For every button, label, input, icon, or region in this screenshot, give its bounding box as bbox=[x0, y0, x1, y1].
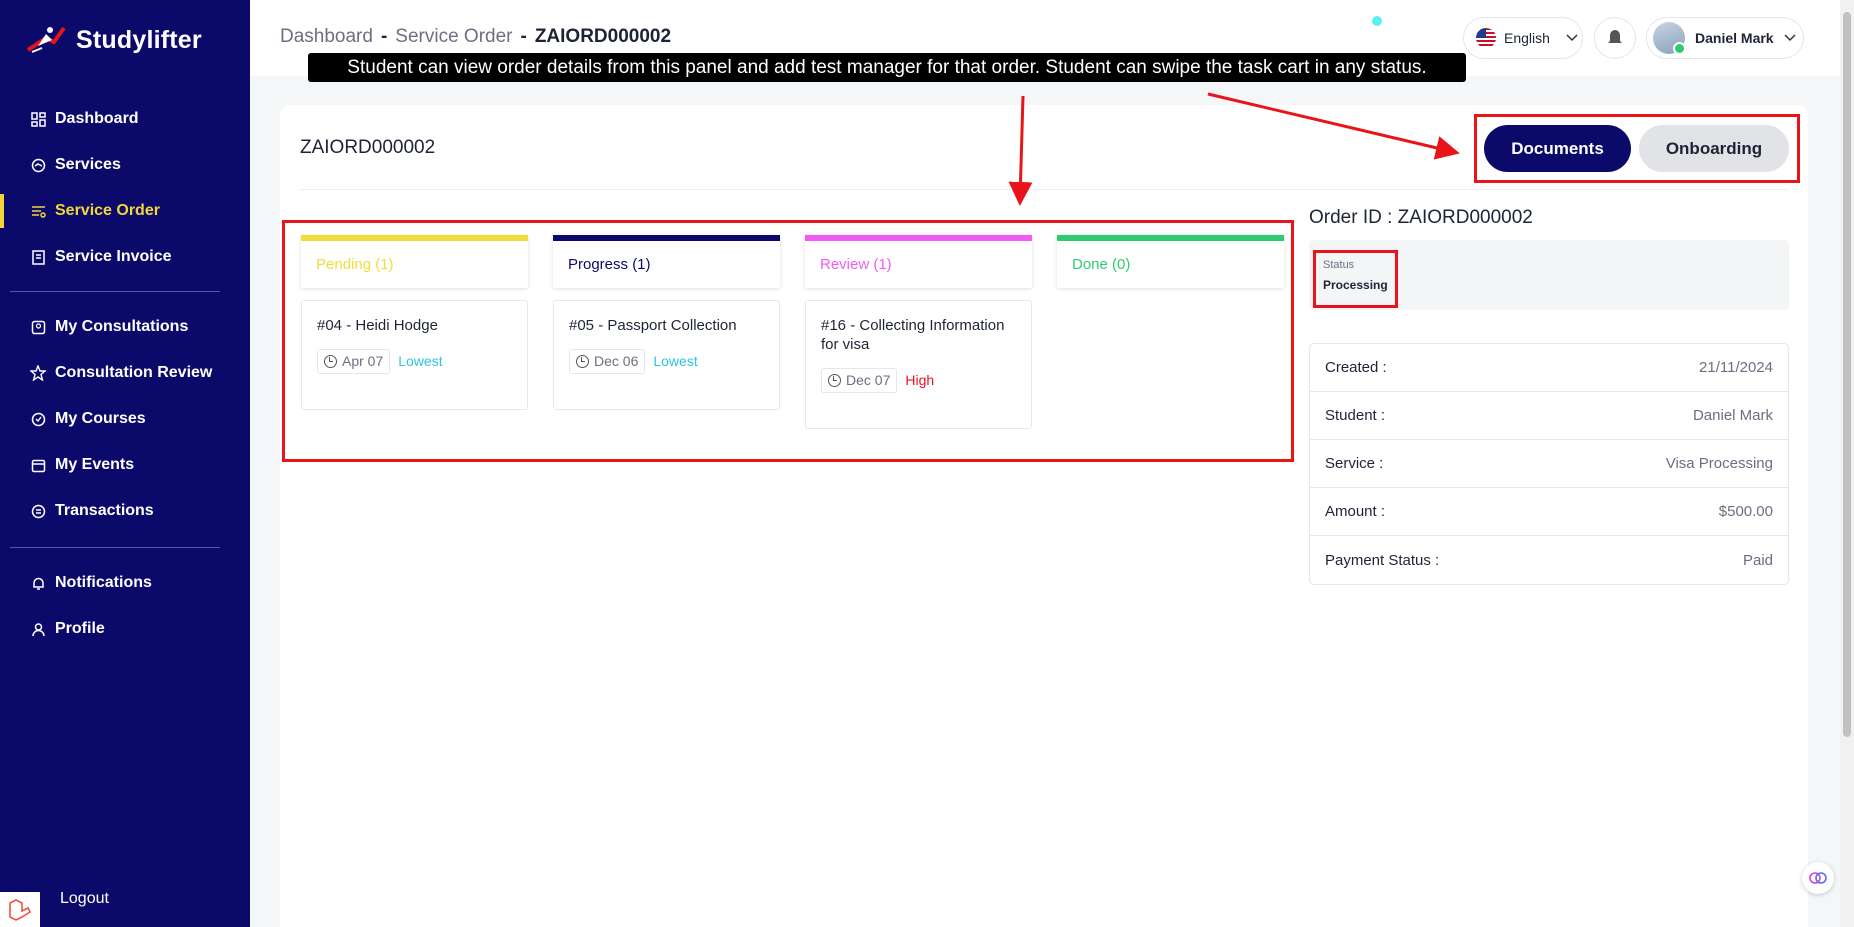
breadcrumb-item-dashboard[interactable]: Dashboard bbox=[280, 26, 373, 48]
transactions-icon bbox=[30, 503, 46, 519]
assistant-icon[interactable] bbox=[1802, 862, 1834, 894]
sidebar-item-label: Service Invoice bbox=[55, 248, 172, 265]
services-icon bbox=[30, 157, 46, 173]
breadcrumb-separator: - bbox=[520, 26, 527, 47]
chevron-down-icon bbox=[1784, 34, 1796, 42]
laravel-icon[interactable] bbox=[0, 892, 40, 927]
language-label: English bbox=[1504, 30, 1550, 46]
scrollbar-thumb[interactable] bbox=[1843, 12, 1851, 737]
sidebar-item-label: Notifications bbox=[55, 574, 152, 591]
annotation-box-kanban bbox=[282, 220, 1294, 462]
detail-row-service: Service : Visa Processing bbox=[1310, 440, 1788, 488]
breadcrumb: Dashboard - Service Order - ZAIORD000002 bbox=[280, 26, 671, 48]
user-name: Daniel Mark bbox=[1695, 30, 1774, 46]
detail-value: $500.00 bbox=[1718, 503, 1773, 520]
sidebar: Studylifter Dashboard Services Service O… bbox=[0, 0, 250, 927]
us-flag-icon bbox=[1476, 28, 1496, 48]
sidebar-divider bbox=[10, 291, 220, 292]
service-order-icon bbox=[30, 203, 46, 219]
detail-value: 21/11/2024 bbox=[1699, 359, 1773, 376]
sidebar-item-my-courses[interactable]: My Courses bbox=[0, 396, 250, 442]
detail-key: Amount : bbox=[1325, 503, 1386, 520]
sidebar-item-label: Services bbox=[55, 156, 121, 173]
detail-value: Daniel Mark bbox=[1692, 407, 1773, 424]
detail-key: Service : bbox=[1325, 455, 1384, 472]
sidebar-item-label: My Events bbox=[55, 456, 135, 473]
bell-icon bbox=[1608, 30, 1622, 45]
brand-logo-icon bbox=[26, 26, 66, 53]
sidebar-item-label: My Consultations bbox=[55, 318, 189, 335]
sidebar-item-my-events[interactable]: My Events bbox=[0, 442, 250, 488]
sidebar-item-transactions[interactable]: Transactions bbox=[0, 488, 250, 534]
sidebar-item-consultation-review[interactable]: Consultation Review bbox=[0, 350, 250, 396]
sidebar-item-label: Profile bbox=[55, 620, 105, 637]
sidebar-item-my-consultations[interactable]: My Consultations bbox=[0, 304, 250, 350]
detail-row-amount: Amount : $500.00 bbox=[1310, 488, 1788, 536]
order-details-table: Created : 21/11/2024 Student : Daniel Ma… bbox=[1309, 343, 1789, 585]
sidebar-group-main: Dashboard Services Service Order Service… bbox=[0, 96, 250, 280]
courses-icon bbox=[30, 411, 46, 427]
sidebar-item-service-invoice[interactable]: Service Invoice bbox=[0, 234, 250, 280]
detail-row-student: Student : Daniel Mark bbox=[1310, 392, 1788, 440]
detail-key: Created : bbox=[1325, 359, 1387, 376]
sidebar-item-notifications[interactable]: Notifications bbox=[0, 560, 250, 606]
divider bbox=[300, 189, 1788, 190]
order-id-heading: Order ID : ZAIORD000002 bbox=[1309, 207, 1533, 228]
breadcrumb-item-service-order[interactable]: Service Order bbox=[395, 26, 512, 48]
detail-key: Student : bbox=[1325, 407, 1386, 424]
star-icon bbox=[30, 365, 46, 381]
detail-value: Visa Processing bbox=[1665, 455, 1773, 472]
sidebar-item-label: My Courses bbox=[55, 410, 146, 427]
breadcrumb-separator: - bbox=[380, 26, 388, 47]
sidebar-item-profile[interactable]: Profile bbox=[0, 606, 250, 652]
notification-dot bbox=[1372, 16, 1382, 26]
user-menu[interactable]: Daniel Mark bbox=[1646, 17, 1804, 59]
language-selector[interactable]: English bbox=[1463, 17, 1583, 59]
sidebar-item-label: Consultation Review bbox=[55, 364, 213, 381]
brand[interactable]: Studylifter bbox=[24, 20, 202, 60]
chevron-down-icon bbox=[1566, 34, 1578, 42]
sidebar-group-personal: My Consultations Consultation Review My … bbox=[0, 304, 250, 534]
sidebar-item-dashboard[interactable]: Dashboard bbox=[0, 96, 250, 142]
consultations-icon bbox=[30, 319, 46, 335]
bell-icon bbox=[30, 575, 46, 591]
user-icon bbox=[30, 621, 46, 637]
sidebar-item-services[interactable]: Services bbox=[0, 142, 250, 188]
logout-label: Logout bbox=[60, 890, 109, 907]
annotation-box-buttons bbox=[1474, 114, 1800, 183]
order-title: ZAIORD000002 bbox=[300, 137, 436, 158]
detail-value: Paid bbox=[1742, 551, 1773, 569]
sidebar-divider bbox=[10, 547, 220, 548]
breadcrumb-item-current: ZAIORD000002 bbox=[534, 26, 672, 47]
notification-button[interactable] bbox=[1594, 17, 1636, 59]
brand-name: Studylifter bbox=[76, 25, 202, 54]
avatar bbox=[1653, 22, 1686, 55]
detail-row-payment-status: Payment Status : Paid bbox=[1310, 536, 1788, 584]
sidebar-item-label: Service Order bbox=[55, 202, 160, 219]
sidebar-group-account: Notifications Profile bbox=[0, 560, 250, 652]
sidebar-item-service-order[interactable]: Service Order bbox=[0, 188, 250, 234]
sidebar-item-label: Transactions bbox=[55, 502, 154, 519]
instruction-banner: Student can view order details from this… bbox=[308, 53, 1466, 82]
invoice-icon bbox=[30, 249, 46, 265]
dashboard-icon bbox=[30, 111, 46, 127]
detail-row-created: Created : 21/11/2024 bbox=[1310, 344, 1788, 392]
calendar-icon bbox=[30, 457, 46, 473]
sidebar-item-label: Dashboard bbox=[55, 110, 139, 127]
annotation-box-status bbox=[1313, 250, 1398, 308]
detail-key: Payment Status : bbox=[1325, 551, 1440, 569]
